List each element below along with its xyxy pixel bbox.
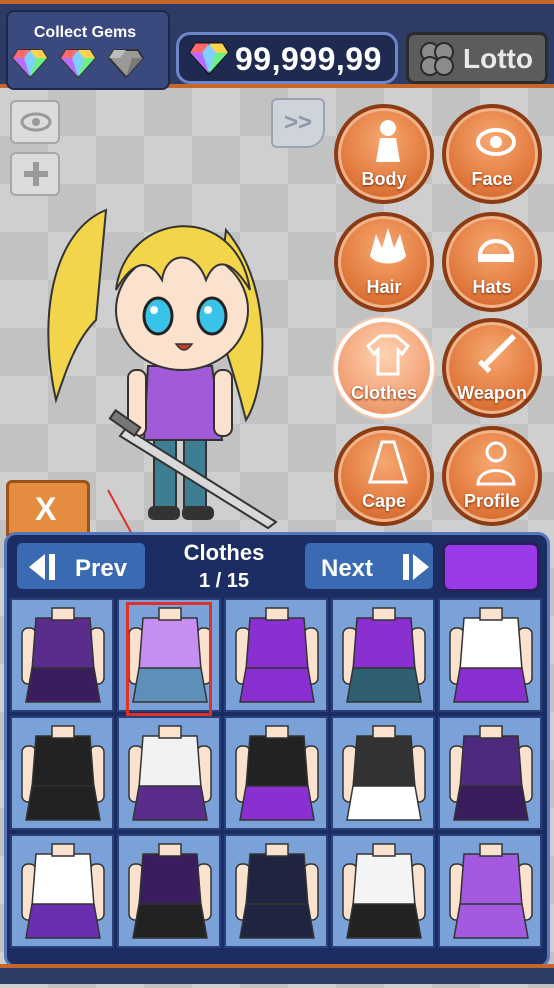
clothes-thumbnail <box>21 607 105 703</box>
clothes-thumbnail <box>342 607 426 703</box>
close-tab-button[interactable]: X <box>6 480 90 536</box>
clothes-item-purple-tank-top[interactable] <box>331 598 435 712</box>
clothes-item-purple-track-jacket[interactable] <box>438 716 542 830</box>
clothes-thumbnail <box>449 725 533 821</box>
gem-slot-1 <box>11 48 52 82</box>
character-preview[interactable] <box>36 170 296 530</box>
rainbow-gem-icon <box>11 49 49 79</box>
clothes-item-white-sailor-uniform[interactable] <box>117 716 221 830</box>
shirt-icon <box>366 334 410 376</box>
category-label: Cape <box>361 491 406 511</box>
top-bar: Collect Gems 99,999,99 Lotto <box>0 0 554 90</box>
category-face-button[interactable]: Face <box>442 104 542 204</box>
hair-icon <box>370 228 406 264</box>
category-body-button[interactable]: Body <box>334 104 434 204</box>
clothes-thumbnail <box>128 843 212 939</box>
bottom-bar <box>0 964 554 984</box>
clothes-thumbnail <box>342 725 426 821</box>
rainbow-gem-icon <box>189 42 229 75</box>
clothes-grid <box>10 598 544 962</box>
person-icon <box>476 441 516 486</box>
category-label: Clothes <box>350 383 417 403</box>
clothes-thumbnail <box>449 607 533 703</box>
clothes-thumbnail <box>21 725 105 821</box>
category-hats-button[interactable]: Hats <box>442 212 542 312</box>
category-hair-button[interactable]: Hair <box>334 212 434 312</box>
gem-amount: 99,999,99 <box>235 41 382 77</box>
cape-icon <box>367 440 409 484</box>
gem-balance[interactable]: 99,999,99 <box>176 32 398 84</box>
clothes-item-light-purple-tshirt[interactable] <box>117 598 221 712</box>
clothes-thumbnail <box>128 607 212 703</box>
collect-gems-title: Collect Gems <box>33 24 137 41</box>
sword-icon <box>477 334 516 374</box>
forward-button[interactable]: >> <box>271 98 325 148</box>
next-button[interactable]: Next <box>302 540 436 592</box>
category-cape-button[interactable]: Cape <box>334 426 434 526</box>
category-profile-button[interactable]: Profile <box>442 426 542 526</box>
color-picker-button[interactable] <box>442 542 540 592</box>
panel-title: Clothes <box>183 540 265 565</box>
clothes-item-purple-hoodie-shorts[interactable] <box>117 834 221 948</box>
clothes-item-dark-blazer-outfit[interactable] <box>331 716 435 830</box>
clothes-item-purple-white-raglan[interactable] <box>438 598 542 712</box>
category-clothes-button[interactable]: Clothes <box>334 318 434 418</box>
lotto-button[interactable]: Lotto <box>406 32 548 84</box>
clothes-thumbnail <box>128 725 212 821</box>
prev-label: Prev <box>75 555 128 582</box>
clover-icon <box>420 42 454 76</box>
clothes-item-navy-sailor-dress[interactable] <box>224 834 328 948</box>
clothes-thumbnail <box>235 607 319 703</box>
eye-icon <box>20 112 52 132</box>
clothes-item-purple-dress[interactable] <box>224 598 328 712</box>
gem-slot-2 <box>59 48 100 82</box>
category-label: Body <box>361 169 407 189</box>
clothes-thumbnail <box>342 843 426 939</box>
gray-gem-icon <box>107 49 145 79</box>
gem-slot-3 <box>107 48 148 82</box>
clothes-thumbnail <box>235 725 319 821</box>
clothes-item-purple-armor-outfit[interactable] <box>10 598 114 712</box>
clothes-item-white-labcoat[interactable] <box>331 834 435 948</box>
category-title: Clothes 1 / 15 <box>152 540 296 593</box>
clothes-item-white-sailor-top[interactable] <box>10 834 114 948</box>
category-label: Hats <box>472 277 512 297</box>
next-label: Next <box>321 555 374 582</box>
lotto-label: Lotto <box>463 43 533 74</box>
category-weapon-button[interactable]: Weapon <box>442 318 542 418</box>
clothes-item-black-crop-top-skirt[interactable] <box>10 716 114 830</box>
body-icon <box>376 120 400 162</box>
clothes-thumbnail <box>235 843 319 939</box>
category-label: Weapon <box>457 383 527 403</box>
eye-icon <box>476 128 516 156</box>
arrow-right-icon <box>403 554 429 580</box>
clothes-thumbnail <box>21 843 105 939</box>
cap-icon <box>477 239 515 262</box>
category-label: Hair <box>366 277 402 297</box>
arrow-left-icon <box>29 554 55 580</box>
clothes-item-purple-bikini[interactable] <box>438 834 542 948</box>
prev-button[interactable]: Prev <box>14 540 148 592</box>
close-label: X <box>35 491 57 527</box>
clothes-thumbnail <box>449 843 533 939</box>
clothes-item-black-school-uniform[interactable] <box>224 716 328 830</box>
toggle-visibility-button[interactable] <box>10 100 60 144</box>
category-label: Face <box>471 169 513 189</box>
rainbow-gem-icon <box>59 49 97 79</box>
page-indicator: 1 / 15 <box>198 570 250 592</box>
category-label: Profile <box>463 491 520 511</box>
